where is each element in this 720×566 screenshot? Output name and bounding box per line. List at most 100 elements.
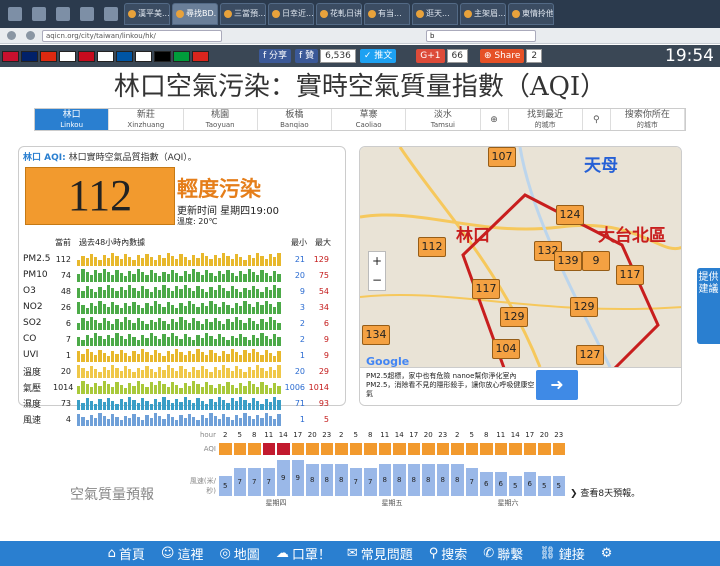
history-bar [273, 320, 277, 330]
pollutant-row[interactable]: 氣壓 1014 1006 1014 [23, 379, 343, 395]
nav-links[interactable]: ⛓ 鏈接 [539, 544, 585, 563]
facebook-like-button[interactable]: f 贊 [295, 49, 319, 63]
history-bar [136, 269, 140, 282]
browser-tab[interactable]: 逛天... [412, 3, 458, 25]
feedback-tab[interactable]: 提供建議 [697, 268, 720, 344]
pollutant-row[interactable]: O3 48 9 54 [23, 283, 343, 299]
browser-tab[interactable]: 東情拎他 [508, 3, 554, 25]
history-bar [132, 273, 136, 282]
map-marker[interactable]: 134 [362, 325, 390, 345]
pollutant-row[interactable]: UVI 1 1 9 [23, 347, 343, 363]
flag-icon[interactable] [21, 50, 38, 62]
history-bar [183, 369, 187, 378]
history-bar [102, 402, 106, 410]
pollutant-row[interactable]: 濕度 73 71 93 [23, 395, 343, 411]
history-bar [217, 257, 222, 266]
flag-icon[interactable] [97, 50, 114, 62]
history-bar [106, 257, 111, 266]
nearest-city-link[interactable]: 找到最近 的城市 [509, 109, 583, 130]
browser-tab[interactable]: 三當預... [220, 3, 266, 25]
find-input[interactable]: b [426, 29, 536, 42]
map-marker[interactable]: 139 [554, 251, 582, 271]
app-icon[interactable] [32, 7, 46, 21]
app-icon[interactable] [80, 7, 94, 21]
city-tab-caoliao[interactable]: 草寨 Caoliao [332, 109, 407, 130]
map-marker[interactable]: 124 [556, 205, 584, 225]
nav-here[interactable]: ☺ 這裡 [161, 544, 204, 563]
pollutant-current: 112 [55, 254, 71, 264]
search-icon[interactable]: ⚲ [583, 109, 611, 130]
map-area[interactable]: 107 124 132 139 9 117 112 117 129 129 10… [360, 147, 681, 368]
map-marker[interactable]: 104 [492, 339, 520, 359]
city-tab-xinzhuang[interactable]: 新莊 Xinzhuang [109, 109, 184, 130]
pollutant-max: 54 [318, 286, 329, 296]
flag-icon[interactable] [173, 50, 190, 62]
flag-icon[interactable] [2, 50, 19, 62]
history-bar [123, 303, 128, 314]
city-tab-linkou[interactable]: 林口 Linkou [35, 109, 110, 130]
browser-tab[interactable]: 日幸近... [268, 3, 314, 25]
city-tab-banqiao[interactable]: 板橋 Banqiao [258, 109, 332, 130]
pollutant-row[interactable]: 溫度 20 20 29 [23, 363, 343, 379]
map-marker[interactable]: 117 [472, 279, 500, 299]
pollutant-row[interactable]: PM10 74 20 75 [23, 267, 343, 283]
map-marker[interactable]: 129 [570, 297, 598, 317]
app-icon[interactable] [56, 7, 70, 21]
browser-tab[interactable]: 尋找BD... [172, 3, 218, 25]
flag-icon[interactable] [192, 50, 209, 62]
pollutant-row[interactable]: SO2 6 2 6 [23, 315, 343, 331]
app-icon[interactable] [104, 7, 118, 21]
pollutant-row[interactable]: CO 7 2 9 [23, 331, 343, 347]
browser-tab[interactable]: 主架眉... [460, 3, 506, 25]
map-marker[interactable]: 117 [616, 265, 644, 285]
forward-icon[interactable] [26, 31, 35, 40]
gplus-button[interactable]: G+1 [416, 49, 445, 63]
ad-arrow-button[interactable]: ➜ [536, 370, 578, 400]
locate-icon[interactable]: ⊕ [481, 109, 509, 130]
history-bar [226, 304, 230, 314]
history-bar [268, 388, 273, 394]
facebook-share-button[interactable]: f 分享 [259, 49, 292, 63]
pollutant-row[interactable]: NO2 26 3 34 [23, 299, 343, 315]
nav-settings[interactable]: ⚙ [601, 546, 613, 561]
history-bar [264, 371, 268, 378]
browser-tab[interactable]: 漢平美... [124, 3, 170, 25]
map-marker[interactable]: 127 [576, 345, 604, 365]
url-input[interactable]: aqicn.org/city/taiwan/linkou/hk/ [42, 29, 222, 42]
forecast-aqi-cell [364, 443, 377, 455]
flag-icon[interactable] [59, 50, 76, 62]
map-marker[interactable]: 129 [500, 307, 528, 327]
nav-map[interactable]: ◎ 地圖 [219, 544, 259, 563]
flag-icon[interactable] [116, 50, 133, 62]
city-tab-tamsui[interactable]: 淡水 Tamsui [406, 109, 481, 130]
nav-contact[interactable]: ✆ 聯繫 [483, 544, 523, 563]
nav-faq[interactable]: ✉ 常見問題 [347, 544, 413, 563]
flag-icon[interactable] [154, 50, 171, 62]
city-tab-taoyuan[interactable]: 桃園 Taoyuan [184, 109, 258, 130]
history-bar [273, 257, 277, 266]
tweet-button[interactable]: ✓ 推文 [359, 49, 397, 63]
map-marker[interactable]: 107 [488, 147, 516, 167]
browser-tab[interactable]: 有当... [364, 3, 410, 25]
map-panel[interactable]: 107 124 132 139 9 117 112 117 129 129 10… [359, 146, 682, 406]
pollutant-min: 3 [299, 302, 305, 312]
nav-home[interactable]: ⌂ 首頁 [108, 544, 145, 563]
flag-icon[interactable] [135, 50, 152, 62]
back-icon[interactable] [7, 31, 16, 40]
share-button[interactable]: ⊕ Share [479, 49, 525, 63]
pollutant-row[interactable]: PM2.5 112 21 129 [23, 251, 343, 267]
history-bar [187, 260, 192, 266]
zoom-control[interactable]: + − [368, 251, 386, 291]
search-city-link[interactable]: 搜索你所在 的城市 [611, 109, 685, 130]
map-ad[interactable]: PM2.5超標，家中也有危險 nanoe幫你淨化室內PM2.5，消除看不見的隱形… [360, 367, 681, 405]
flag-icon[interactable] [40, 50, 57, 62]
nav-mask[interactable]: ☁ 口罩！ [276, 544, 331, 563]
nav-search[interactable]: ⚲ 搜索 [429, 544, 468, 563]
forecast-more-link[interactable]: ❯ 查看8天預報。 [570, 486, 640, 499]
map-marker[interactable]: 9 [582, 251, 610, 271]
browser-tab[interactable]: 花軋日讲 [316, 3, 362, 25]
map-marker[interactable]: 112 [418, 237, 446, 257]
flag-icon[interactable] [78, 50, 95, 62]
app-icon[interactable] [8, 7, 22, 21]
history-bar [170, 381, 175, 394]
